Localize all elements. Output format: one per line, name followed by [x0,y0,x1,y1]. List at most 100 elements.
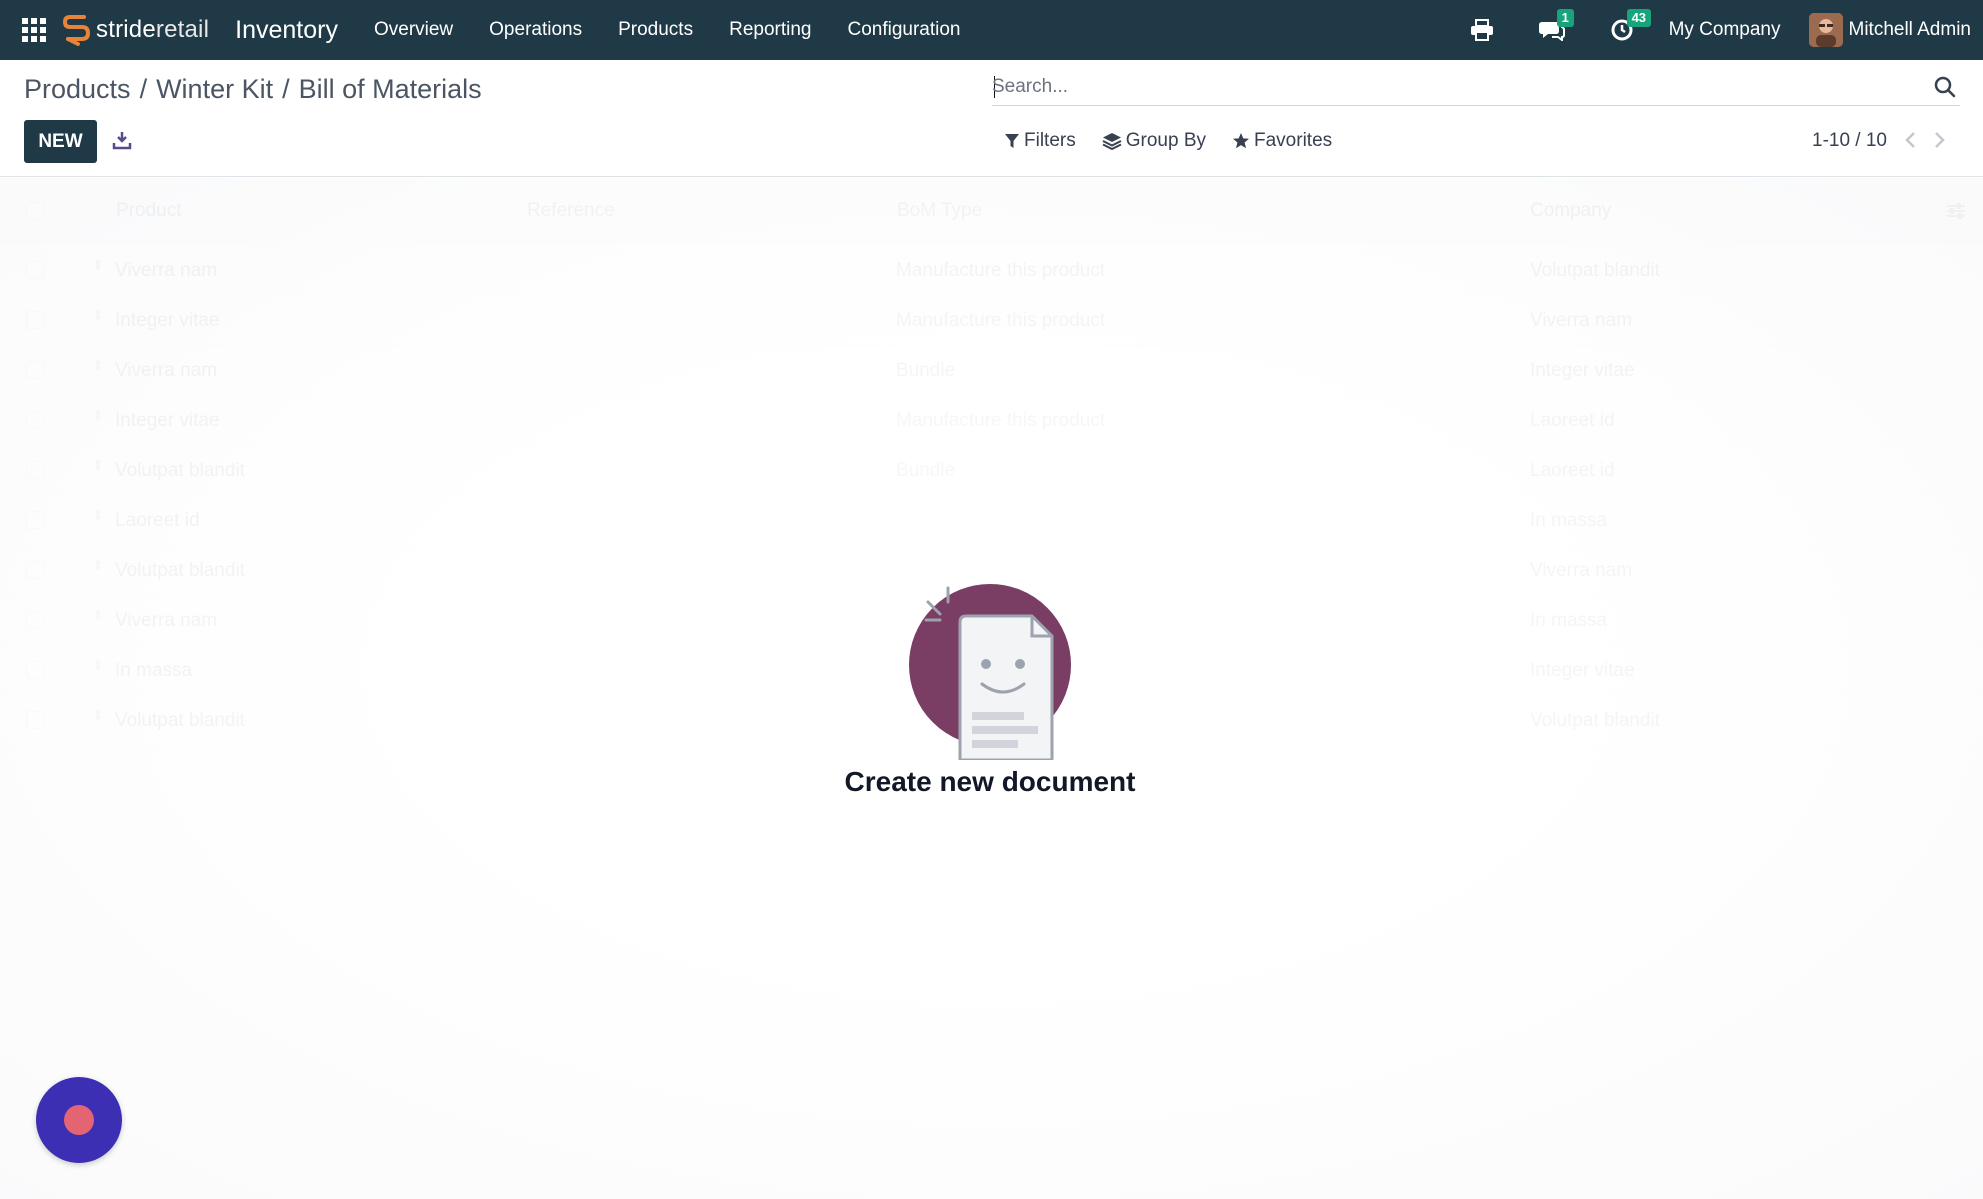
record-dot-icon [64,1105,94,1135]
column-header-reference[interactable]: Reference [527,200,615,222]
column-header-product[interactable]: Product [116,200,181,222]
cell-company: Laoreet id [1530,410,1615,431]
brand-logo[interactable]: strideretail [62,13,209,47]
cell-product: Volutpat blandit [115,460,245,481]
navbar-right: 1 43 My Company Mitchell Admin [1429,0,1983,60]
search-icon[interactable] [1932,74,1958,100]
row-checkbox[interactable] [26,261,44,279]
layers-icon [1102,133,1122,150]
cell-product: Viverra nam [115,260,218,281]
row-checkbox[interactable] [26,561,44,579]
avatar [1808,13,1843,47]
cell-product: In massa [115,660,193,681]
download-icon[interactable] [110,126,134,154]
drag-handle-icon[interactable]: ⬍ [92,708,104,730]
cell-company: In massa [1530,610,1608,631]
app-name[interactable]: Inventory [235,16,338,45]
smiling-document-icon [903,578,1077,760]
table-row[interactable]: ⬍ Volutpat blandit Bundle Laoreet id [0,446,1983,496]
cell-product: Viverra nam [115,610,218,631]
menu-operations[interactable]: Operations [471,19,600,41]
menu-overview[interactable]: Overview [356,19,471,41]
row-checkbox[interactable] [26,311,44,329]
favorites-button[interactable]: Favorites [1232,130,1332,152]
cell-company: Viverra nam [1530,560,1633,581]
table-row[interactable]: ⬍ Integer vitae Manufacture this product… [0,396,1983,446]
filters-button[interactable]: Filters [1004,130,1076,152]
cell-bom-type: Manufacture this product [896,410,1106,431]
row-checkbox[interactable] [26,461,44,479]
breadcrumb-products[interactable]: Products [24,74,131,105]
company-switcher[interactable]: My Company [1669,19,1781,41]
empty-state: Create new document [780,550,1200,810]
row-checkbox[interactable] [26,361,44,379]
column-header-company[interactable]: Company [1530,200,1611,222]
activities-clock-icon[interactable]: 43 [1605,9,1652,47]
menu-products[interactable]: Products [600,19,711,41]
cell-product: Viverra nam [115,360,218,381]
optional-columns-icon[interactable] [1945,200,1967,222]
drag-handle-icon[interactable]: ⬍ [92,508,104,530]
cell-company: In massa [1530,510,1608,531]
cell-company: Laoreet id [1530,460,1615,481]
search-input[interactable] [992,72,1912,102]
row-checkbox[interactable] [26,611,44,629]
drag-handle-icon[interactable]: ⬍ [92,608,104,630]
record-button[interactable] [36,1077,122,1163]
filter-icon [1005,134,1019,148]
search-options: Filters Group By Favorites [1004,130,1358,152]
stride-logo-icon [62,15,91,46]
chevron-left-icon[interactable] [1899,126,1921,154]
select-all-checkbox[interactable] [26,202,44,220]
column-separator [1523,190,1524,234]
apps-grid-icon[interactable] [20,16,48,44]
menu-reporting[interactable]: Reporting [711,19,829,41]
star-icon [1233,133,1249,149]
cell-bom-type: Bundle [896,360,956,381]
row-checkbox[interactable] [26,661,44,679]
pager-value[interactable]: 1-10 / 10 [1812,130,1887,152]
activities-badge: 43 [1626,9,1652,27]
top-navbar: strideretail Inventory Overview Operatio… [0,0,1983,60]
drag-handle-icon[interactable]: ⬍ [92,658,104,680]
cell-product: Laoreet id [115,510,200,531]
table-row[interactable]: ⬍ Viverra nam Manufacture this product V… [0,246,1983,296]
group-by-label: Group By [1125,130,1206,151]
drag-handle-icon[interactable]: ⬍ [92,358,104,380]
cell-company: Integer vitae [1530,360,1635,381]
cell-company: Volutpat blandit [1530,260,1660,281]
table-row[interactable]: ⬍ Laoreet id In massa [0,496,1983,546]
cell-product: Volutpat blandit [115,560,245,581]
group-by-button[interactable]: Group By [1102,130,1206,152]
column-separator [60,190,61,234]
breadcrumb-winter-kit[interactable]: Winter Kit [156,74,273,105]
empty-state-title: Create new document [844,766,1136,797]
menu-configuration[interactable]: Configuration [829,19,978,41]
messages-badge: 1 [1556,9,1574,27]
drag-handle-icon[interactable]: ⬍ [92,558,104,580]
column-separator [889,190,890,234]
drag-handle-icon[interactable]: ⬍ [92,458,104,480]
breadcrumb-separator: / [282,74,290,104]
user-name: Mitchell Admin [1848,19,1972,40]
brand-name: strideretail [96,16,210,43]
row-checkbox[interactable] [26,711,44,729]
table-row[interactable]: ⬍ Integer vitae Manufacture this product… [0,296,1983,346]
drag-handle-icon[interactable]: ⬍ [92,408,104,430]
print-icon[interactable] [1465,13,1499,47]
cell-company: Volutpat blandit [1530,710,1660,731]
new-button[interactable]: NEW [24,120,97,163]
row-checkbox[interactable] [26,511,44,529]
user-menu[interactable]: Mitchell Admin [1808,13,1972,47]
messages-icon[interactable]: 1 [1535,9,1574,47]
column-header-bom-type[interactable]: BoM Type [897,200,982,222]
row-checkbox[interactable] [26,411,44,429]
breadcrumb-current: Bill of Materials [298,74,482,104]
drag-handle-icon[interactable]: ⬍ [92,258,104,280]
cell-product: Integer vitae [115,410,220,431]
cell-product: Volutpat blandit [115,710,245,731]
table-row[interactable]: ⬍ Viverra nam Bundle Integer vitae [0,346,1983,396]
cell-company: Integer vitae [1530,660,1635,681]
drag-handle-icon[interactable]: ⬍ [92,308,104,330]
chevron-right-icon[interactable] [1929,126,1951,154]
